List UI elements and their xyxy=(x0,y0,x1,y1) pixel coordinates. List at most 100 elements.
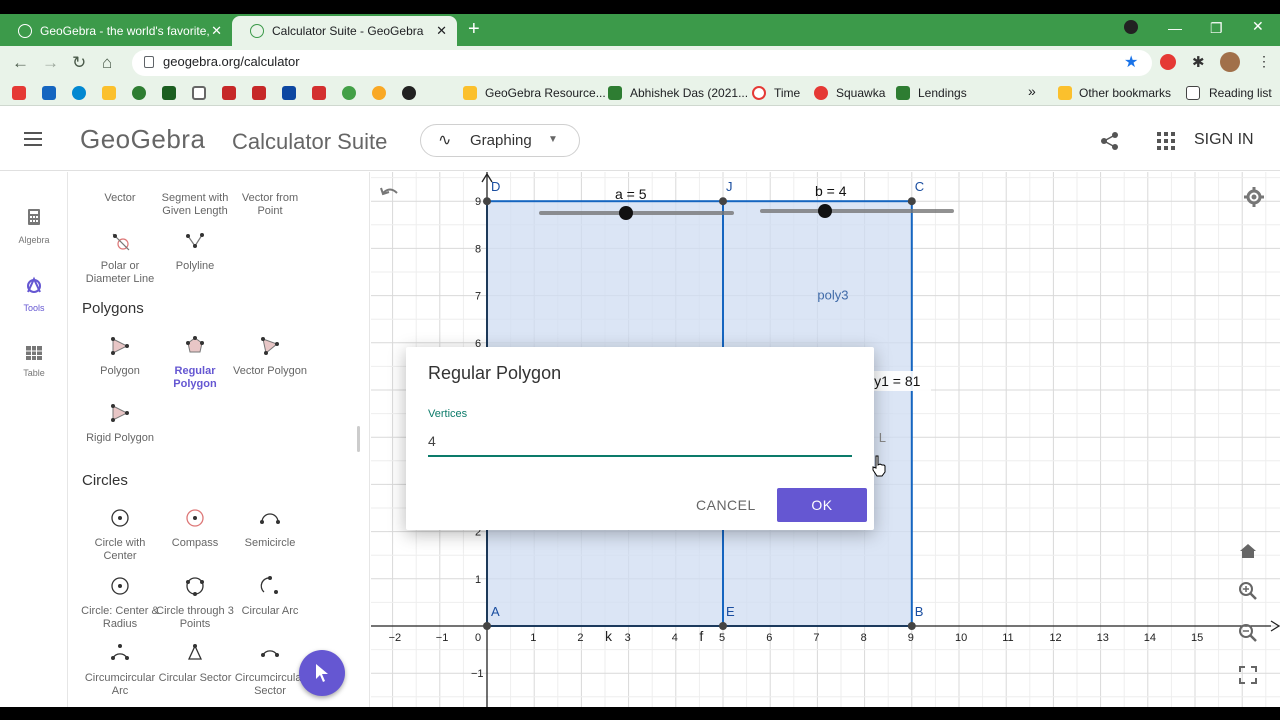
tool-segment-given-length[interactable]: Segment with Given Length xyxy=(155,192,235,218)
tool-vector-from-point[interactable]: Vector from Point xyxy=(230,192,310,218)
move-tool-button[interactable] xyxy=(299,650,345,696)
adblock-extension-icon[interactable] xyxy=(1160,54,1176,70)
linkedin-icon[interactable] xyxy=(282,86,296,100)
tool-label: Circumcircular Arc xyxy=(84,672,156,697)
minimize-icon[interactable]: — xyxy=(1168,20,1182,36)
address-url[interactable]: geogebra.org/calculator xyxy=(163,54,300,69)
outlook-icon[interactable] xyxy=(42,86,56,100)
back-icon[interactable]: ← xyxy=(12,53,29,73)
youtube-icon[interactable] xyxy=(12,86,26,100)
new-tab-icon[interactable]: + xyxy=(468,18,480,41)
home-icon[interactable]: ⌂ xyxy=(102,53,112,73)
tool-compass[interactable]: Compass xyxy=(155,537,235,550)
browser-tab-calculator-suite[interactable]: Calculator Suite - GeoGebra ✕ xyxy=(232,16,457,46)
sign-in-button[interactable]: SIGN IN xyxy=(1194,131,1254,149)
bookmark-star-icon[interactable]: ★ xyxy=(1124,52,1138,72)
tool-vector-polygon[interactable]: Vector Polygon xyxy=(230,365,310,378)
tool-semicircle[interactable]: Semicircle xyxy=(230,537,310,550)
maximize-icon[interactable]: ❐ xyxy=(1210,20,1223,37)
graphics-settings-gear-icon[interactable] xyxy=(1243,186,1265,208)
avatar[interactable] xyxy=(1220,52,1240,72)
bookmark-app-icon[interactable] xyxy=(252,86,266,100)
drive-icon[interactable] xyxy=(102,86,116,100)
browser-tab-geogebra-home[interactable]: GeoGebra - the world's favorite, ✕ xyxy=(0,16,232,46)
x-tick-label: 4 xyxy=(672,632,678,644)
bookmark-abhishek[interactable]: Abhishek Das (2021... xyxy=(630,86,748,100)
tool-label: Circumcircular Sector xyxy=(234,672,306,697)
cancel-button[interactable]: CANCEL xyxy=(696,497,756,513)
rail-label: Table xyxy=(23,368,45,378)
reading-list[interactable]: Reading list xyxy=(1209,86,1272,100)
rail-item-algebra[interactable]: Algebra xyxy=(0,202,68,252)
tool-circular-sector[interactable]: Circular Sector xyxy=(155,672,235,685)
zoom-in-icon[interactable] xyxy=(1237,580,1259,602)
bookmark-geogebra-resources[interactable]: GeoGebra Resource... xyxy=(485,86,606,100)
squawka-icon[interactable] xyxy=(814,86,828,100)
other-bookmarks[interactable]: Other bookmarks xyxy=(1079,86,1171,100)
close-tab-icon[interactable]: ✕ xyxy=(436,23,447,39)
undo-icon[interactable] xyxy=(379,184,401,202)
geogebra-bookmark-icon[interactable] xyxy=(192,86,206,100)
tool-circumcircular-arc[interactable]: Circumcircular Arc xyxy=(80,672,160,698)
ok-button[interactable]: OK xyxy=(777,488,867,522)
reload-icon[interactable]: ↻ xyxy=(72,53,86,73)
point-marker xyxy=(719,622,727,630)
tools-panel: Vector Segment with Given Length Vector … xyxy=(69,172,370,707)
tool-circle-with-center[interactable]: Circle with Center xyxy=(80,537,160,563)
share-icon[interactable] xyxy=(1100,131,1120,151)
chevron-down-icon: ▼ xyxy=(548,134,558,145)
rigid-polygon-icon xyxy=(111,404,129,422)
tool-circular-arc[interactable]: Circular Arc xyxy=(230,605,310,618)
vector-polygon-icon xyxy=(261,337,279,355)
rail-item-tools[interactable]: Tools xyxy=(0,270,68,320)
folder-icon[interactable] xyxy=(463,86,477,100)
circular-sector-icon xyxy=(187,644,203,660)
vertices-input[interactable] xyxy=(428,427,852,457)
bookmark-app-icon[interactable] xyxy=(312,86,326,100)
time-icon[interactable] xyxy=(752,86,766,100)
tool-polygon[interactable]: Polygon xyxy=(80,365,160,378)
profile-dropdown-icon[interactable] xyxy=(1124,20,1138,34)
bookmark-app-icon[interactable] xyxy=(132,86,146,100)
forward-icon[interactable]: → xyxy=(42,53,59,73)
tool-circle-center-radius[interactable]: Circle: Center & Radius xyxy=(80,605,160,631)
globe-icon[interactable] xyxy=(402,86,416,100)
more-bookmarks-icon[interactable]: » xyxy=(1028,83,1036,99)
tool-regular-polygon[interactable]: Regular Polygon xyxy=(155,365,235,391)
extensions-puzzle-icon[interactable]: ✱ xyxy=(1192,53,1205,71)
semicircle-icon xyxy=(260,513,280,524)
apps-grid-icon[interactable] xyxy=(1157,132,1175,150)
bookmark-plus-icon[interactable] xyxy=(608,86,622,100)
tool-label: Rigid Polygon xyxy=(86,432,154,444)
classroom-icon[interactable] xyxy=(162,86,176,100)
tool-circle-three-points[interactable]: Circle through 3 Points xyxy=(155,605,235,631)
chrome-menu-icon[interactable]: ⋮ xyxy=(1257,53,1271,70)
point-marker xyxy=(719,197,727,206)
tool-label: Vector from Point xyxy=(241,192,299,217)
menu-icon[interactable] xyxy=(24,132,42,146)
tool-circumcircular-sector[interactable]: Circumcircular Sector xyxy=(230,672,310,698)
spotify-icon[interactable] xyxy=(342,86,356,100)
bookmark-time[interactable]: Time xyxy=(774,86,800,100)
home-view-icon[interactable] xyxy=(1237,540,1259,562)
tool-vector[interactable]: Vector xyxy=(80,192,160,205)
hand-cursor-icon xyxy=(872,455,886,477)
fullscreen-icon[interactable] xyxy=(1237,664,1259,686)
zoom-out-icon[interactable] xyxy=(1237,622,1259,644)
bookmark-squawka[interactable]: Squawka xyxy=(836,86,885,100)
bookmark-app-icon[interactable] xyxy=(372,86,386,100)
tool-rigid-polygon[interactable]: Rigid Polygon xyxy=(80,432,160,445)
tool-polyline[interactable]: Polyline xyxy=(155,260,235,273)
close-tab-icon[interactable]: ✕ xyxy=(211,23,222,39)
rail-item-table[interactable]: Table xyxy=(0,338,68,388)
bookmark-app-icon[interactable] xyxy=(222,86,236,100)
bookmark-app-icon[interactable] xyxy=(72,86,86,100)
tab-title: GeoGebra - the world's favorite, xyxy=(40,24,210,38)
close-window-icon[interactable]: ✕ xyxy=(1252,18,1264,35)
bookmark-plus-icon[interactable] xyxy=(896,86,910,100)
tool-label: Circular Sector xyxy=(158,672,232,684)
tool-polar-line[interactable]: Polar or Diameter Line xyxy=(80,260,160,286)
tool-label: Regular Polygon xyxy=(173,365,217,390)
tools-scrollbar[interactable] xyxy=(357,426,360,452)
bookmark-lendings[interactable]: Lendings xyxy=(918,86,967,100)
